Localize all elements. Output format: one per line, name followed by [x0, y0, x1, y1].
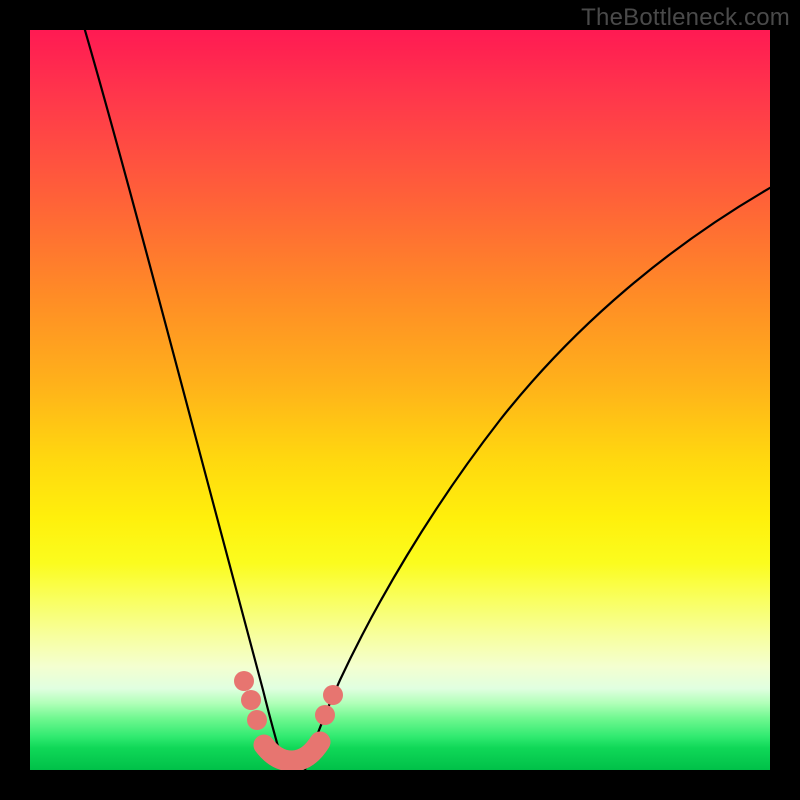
marker-dot	[247, 710, 267, 730]
marker-dot	[241, 690, 261, 710]
bottom-worm	[264, 742, 320, 761]
marker-dot	[234, 671, 254, 691]
marker-dot	[323, 685, 343, 705]
watermark-text: TheBottleneck.com	[581, 4, 790, 32]
marker-layer	[30, 30, 770, 770]
marker-dot	[315, 705, 335, 725]
plot-area	[30, 30, 770, 770]
outer-frame: TheBottleneck.com	[0, 0, 800, 800]
